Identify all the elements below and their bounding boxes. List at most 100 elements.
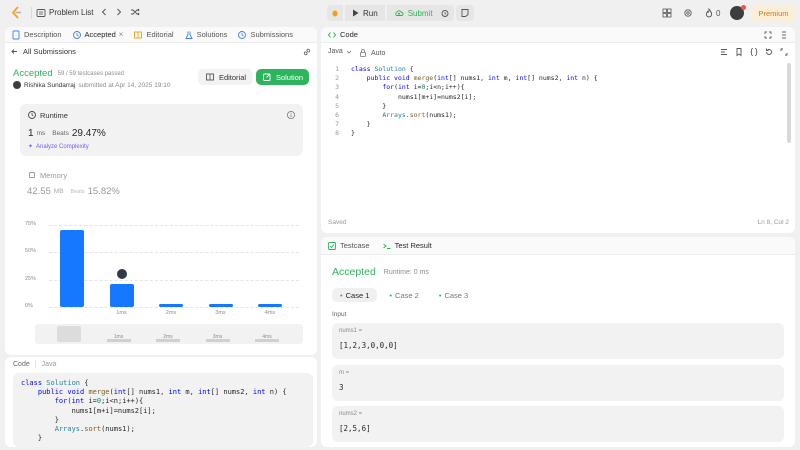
gridline (49, 307, 299, 308)
settings-gear-icon[interactable] (683, 8, 693, 18)
y-tick-label: 50% (25, 248, 37, 255)
range-handle[interactable] (57, 326, 81, 342)
debug-button[interactable] (327, 5, 343, 21)
auto-mode[interactable]: Auto (358, 48, 385, 58)
cursor-position: Ln 8, Col 2 (757, 219, 789, 226)
format-icon[interactable] (719, 47, 729, 57)
run-button[interactable]: Run (345, 5, 385, 21)
y-tick-label: 25% (25, 275, 37, 282)
chart-bar-1ms[interactable] (109, 284, 134, 307)
code-line: 6 Arrays.sort(nums1); (335, 110, 457, 119)
chart-bar-3ms[interactable] (208, 304, 233, 307)
input-field-nums2[interactable]: nums2 = [2,5,6] (332, 406, 784, 442)
chart-bar-2ms[interactable] (159, 304, 183, 307)
code-line: for(int i=0;i<n;i++){ (54, 397, 144, 406)
separator: | (34, 361, 37, 368)
case-tab-1[interactable]: • Case 1 (332, 288, 378, 302)
shuffle-icon[interactable] (130, 7, 140, 17)
tab-test-result[interactable]: Test Result (382, 241, 432, 251)
field-name: m = (339, 370, 350, 376)
user-avatar[interactable] (13, 81, 21, 89)
mini-tick-label: 2ms (163, 334, 173, 340)
share-link-icon[interactable] (302, 47, 312, 57)
chart-bar-0ms[interactable] (60, 230, 84, 307)
divider (31, 7, 32, 22)
streak-count: 0 (716, 8, 721, 18)
user-name[interactable]: Rishika Sundarraj (24, 82, 75, 89)
code-editor[interactable]: 1 class Solution { 2 public void merge(in… (325, 65, 775, 139)
lock-icon (360, 49, 366, 57)
mini-tick-label: 3ms (212, 334, 223, 340)
test-result-panel: Testcase Test Result Accepted Runtime: 0… (321, 237, 795, 447)
input-field-nums1[interactable]: nums1 = [1,2,3,0,0,0] (332, 323, 784, 359)
pass-dot-icon: • (438, 290, 442, 300)
timer-button[interactable] (436, 5, 454, 21)
chevron-left-icon[interactable] (99, 7, 109, 17)
result-runtime: Runtime: 0 ms (383, 268, 429, 276)
problem-list-icon[interactable] (36, 8, 46, 18)
submitted-time: submitted at Apr 14, 2025 19:10 (78, 81, 171, 89)
premium-button[interactable]: Premium (752, 5, 795, 21)
runtime-unit: ms (36, 130, 46, 137)
close-tab-icon[interactable]: × (119, 30, 124, 39)
bug-icon (332, 10, 338, 17)
language-select[interactable]: Java (328, 48, 352, 55)
runtime-stats: 1 ms Beats 29.47% (28, 128, 106, 139)
layout-icon[interactable] (662, 8, 672, 18)
back-to-submissions[interactable]: All Submissions (11, 47, 76, 56)
expand-icon[interactable] (763, 29, 773, 39)
case-tab-3[interactable]: • Case 3 (431, 288, 476, 302)
bookmark-icon[interactable] (734, 47, 744, 57)
tab-submissions[interactable]: Submissions (237, 30, 293, 40)
run-label: Run (363, 8, 378, 18)
runtime-distribution-chart[interactable]: 75% 50% 25% 0% 1ms 2ms 3ms 4ms 1ms 2ms 3ms 4ms (5, 217, 317, 347)
case-tab-2[interactable]: • Case 2 (381, 288, 426, 302)
code-line: 1 class Solution { (335, 65, 414, 73)
avatar[interactable] (730, 5, 746, 20)
reset-icon[interactable] (764, 47, 774, 57)
result-status-row: Accepted Runtime: 0 ms (332, 266, 429, 278)
notes-button[interactable] (456, 5, 474, 21)
chevron-right-icon[interactable] (114, 7, 124, 17)
tab-testcase[interactable]: Testcase (327, 241, 370, 251)
mini-tick-label: 1ms (113, 334, 124, 340)
submit-button[interactable]: Submit (386, 5, 440, 21)
code-line: 7 } (335, 120, 371, 129)
tab-solutions[interactable]: Solutions (184, 30, 227, 40)
field-value: [2,5,6] (339, 424, 371, 433)
y-tick-label: 75% (25, 221, 37, 227)
chart-bar-4ms[interactable] (258, 304, 282, 307)
memory-beats-value: 15.82% (87, 186, 120, 197)
tab-description[interactable]: Description (11, 30, 62, 40)
input-field-m[interactable]: m = 3 (332, 365, 784, 401)
tab-accepted[interactable]: Accepted × (72, 30, 124, 40)
memory-header[interactable]: Memory (27, 170, 67, 180)
panel-menu-icon[interactable] (779, 29, 789, 39)
test-tabbar: Testcase Test Result (321, 237, 795, 255)
top-navbar: Problem List Run Submit 0 Premium (0, 0, 800, 26)
pass-dot-icon: • (340, 290, 343, 300)
analyze-complexity-link[interactable]: ✦ Analyze Complexity (28, 143, 89, 151)
streak-counter[interactable]: 0 (704, 8, 720, 18)
history-icon (72, 30, 81, 39)
runtime-card[interactable]: Runtime 1 ms Beats 29.47% ✦ Analyze Comp… (20, 104, 303, 156)
solution-button[interactable]: Solution (256, 69, 309, 85)
leetcode-logo[interactable] (11, 6, 23, 19)
submission-panel: Description Accepted × Editorial Solutio… (5, 27, 317, 355)
editor-scrollbar[interactable] (787, 63, 791, 143)
problem-list-link[interactable]: Problem List (49, 8, 93, 17)
braces-icon[interactable] (749, 47, 759, 57)
tab-code[interactable]: Code (327, 30, 358, 40)
gridline (49, 225, 299, 226)
info-icon[interactable] (286, 110, 296, 120)
code-preview-header: Code | Java (13, 361, 56, 368)
x-tick-label: 3ms (215, 310, 226, 316)
testcases-passed: 59 / 59 testcases passed (57, 70, 124, 77)
fullscreen-icon[interactable] (779, 47, 789, 57)
code-preview[interactable]: class Solution { public void merge(int[]… (13, 373, 313, 447)
input-label: Input (332, 311, 347, 318)
book-icon (134, 31, 143, 38)
book-icon (205, 73, 214, 81)
editorial-button[interactable]: Editorial (198, 69, 253, 85)
tab-editorial[interactable]: Editorial (133, 30, 174, 40)
